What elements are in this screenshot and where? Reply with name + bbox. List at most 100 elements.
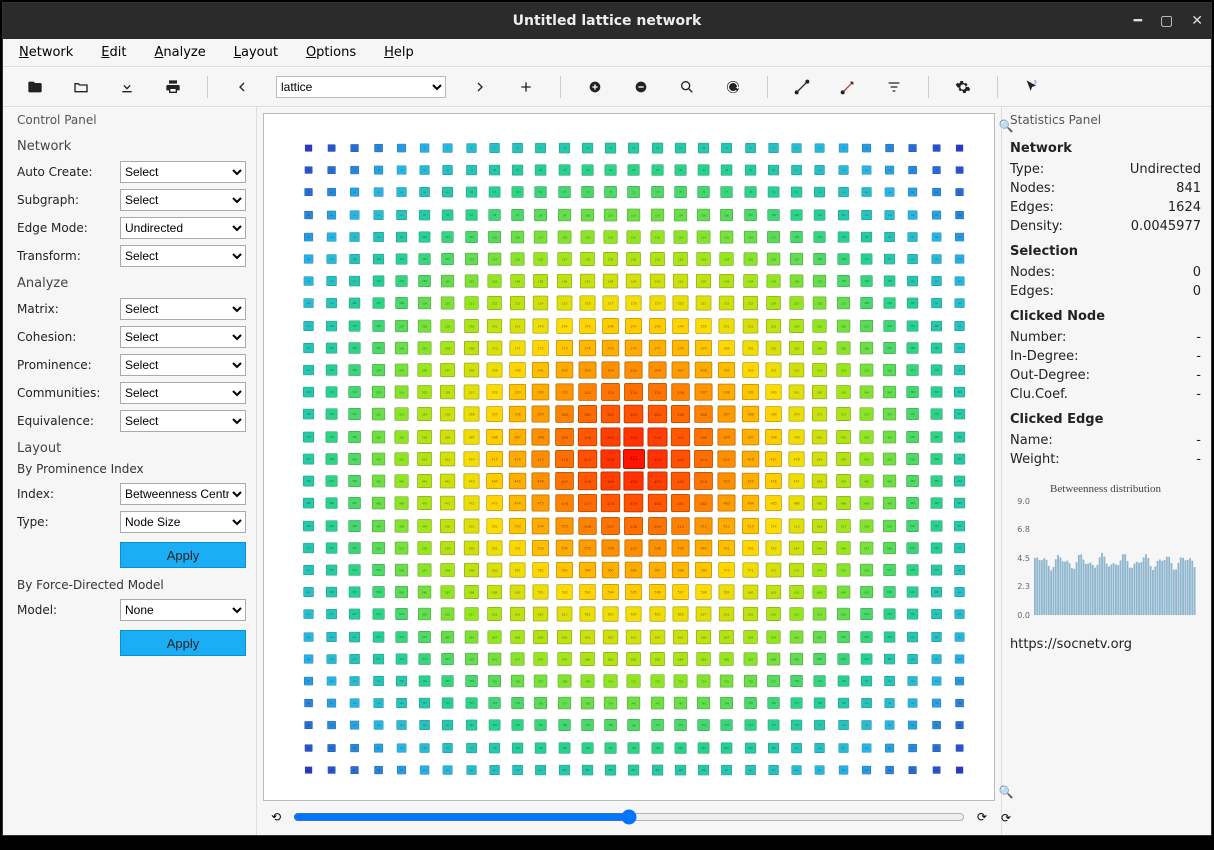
lattice-node[interactable]: 482 [694,494,713,512]
lattice-node[interactable]: 334 [624,383,643,401]
print-icon[interactable] [161,75,185,99]
lattice-node[interactable]: 40 [535,165,547,176]
lattice-node[interactable]: 195 [766,275,780,289]
lattice-node[interactable]: 604 [836,586,850,599]
lattice-node[interactable]: 365 [671,405,690,423]
lattice-node[interactable]: 53 [838,165,848,175]
lattice-node[interactable]: 681 [603,652,618,666]
lattice-node[interactable]: 369 [765,407,782,423]
lattice-node[interactable]: 327 [463,385,479,400]
lattice-node[interactable]: 513 [742,517,759,533]
lattice-node[interactable]: 381 [372,430,386,443]
lattice-node[interactable]: 572 [766,563,782,578]
lattice-node[interactable]: 588 [464,585,479,599]
lattice-node[interactable]: 260 [931,320,942,331]
lattice-node[interactable]: 353 [395,408,409,421]
lattice-node[interactable]: 89 [327,210,336,219]
lattice-node[interactable]: 141 [861,232,872,243]
lattice-node[interactable]: 570 [719,562,736,578]
lattice-node[interactable]: 191 [673,274,688,289]
lattice-node[interactable]: 167 [790,253,803,266]
lattice-node[interactable]: 554 [349,564,361,576]
lattice-node[interactable]: 396 [718,428,736,445]
lattice-node[interactable]: 92 [396,210,407,220]
lattice-node[interactable]: 108 [767,209,780,221]
lattice-node[interactable]: 166 [767,253,781,266]
help-pointer-icon[interactable]: ? [1020,75,1044,99]
lattice-node[interactable]: 486 [789,496,805,511]
lattice-node[interactable]: 172 [907,254,918,264]
lattice-node[interactable]: 661 [813,630,826,643]
lattice-node[interactable]: 270 [487,340,503,355]
add-edge-icon[interactable] [790,75,814,99]
lattice-node[interactable]: 272 [533,340,550,356]
lattice-node[interactable]: 552 [303,565,314,575]
lattice-node[interactable]: 840 [932,766,940,774]
lattice-node[interactable]: 691 [837,653,849,665]
lattice-node[interactable]: 180 [418,275,431,287]
lattice-node[interactable]: 602 [789,585,804,599]
lattice-node[interactable]: 242 [510,318,526,333]
lattice-node[interactable]: 735 [511,697,524,709]
lattice-node[interactable]: 536 [602,539,620,556]
menu-edit[interactable]: Edit [101,45,126,60]
lattice-node[interactable]: 104 [674,208,687,221]
lattice-node[interactable]: 416 [509,451,527,468]
lattice-node[interactable]: 707 [534,675,548,688]
lattice-node[interactable]: 177 [349,276,360,287]
lattice-node[interactable]: 388 [532,428,550,445]
lattice-node[interactable]: 655 [673,629,688,644]
lattice-node[interactable]: 816 [374,766,383,774]
lattice-node[interactable]: 209 [418,297,431,310]
lattice-node[interactable]: 739 [604,697,618,710]
lattice-node[interactable]: 635 [884,609,896,621]
lattice-node[interactable]: 742 [674,697,687,710]
close-icon[interactable]: ✕ [1191,13,1203,29]
lattice-node[interactable]: 213 [510,296,525,310]
lattice-node[interactable]: 215 [556,296,572,311]
lattice-node[interactable]: 442 [440,474,456,489]
lattice-node[interactable]: 296 [418,363,432,377]
lattice-node[interactable]: 234 [326,320,337,331]
lattice-node[interactable]: 630 [766,607,781,621]
lattice-node[interactable]: 119 [350,232,360,242]
lattice-node[interactable]: 335 [648,383,667,401]
lattice-node[interactable]: 713 [673,674,687,687]
lattice-node[interactable]: 439 [372,475,386,488]
lattice-node[interactable]: 279 [695,340,712,356]
lattice-node[interactable]: 506 [578,517,597,535]
lattice-node[interactable]: 565 [602,562,620,579]
lattice-node[interactable]: 333 [601,383,620,401]
lattice-node[interactable]: 352 [372,408,385,421]
lattice-node[interactable]: 123 [442,231,454,243]
lattice-node[interactable]: 738 [581,697,594,710]
lattice-node[interactable]: 321 [326,387,338,398]
lattice-node[interactable]: 652 [603,629,619,644]
lattice-node[interactable]: 544 [789,540,805,555]
lattice-node[interactable]: 547 [860,541,874,554]
lattice-node[interactable]: 487 [812,496,827,511]
lattice-node[interactable]: 21 [768,143,779,153]
lattice-node[interactable]: 54 [862,166,872,175]
lattice-node[interactable]: 624 [626,607,642,623]
lattice-node[interactable]: 669 [327,654,337,664]
lattice-node[interactable]: 457 [789,473,805,489]
lattice-node[interactable]: 140 [837,231,849,242]
lattice-node[interactable]: 395 [694,428,713,446]
lattice-node[interactable]: 798 [628,742,640,754]
lattice-node[interactable]: 287 [883,342,896,354]
lattice-node[interactable]: 376 [930,409,942,420]
lattice-node[interactable]: 771 [674,719,687,731]
lattice-node[interactable]: 824 [559,765,570,776]
lattice-node[interactable]: 239 [441,319,455,333]
lattice-node[interactable]: 686 [720,652,734,666]
lattice-node[interactable]: 75 [674,186,687,198]
lattice-node[interactable]: 131 [627,230,641,244]
lattice-node[interactable]: 603 [813,585,827,599]
lattice-node[interactable]: 280 [719,340,736,356]
lattice-node[interactable]: 437 [326,475,338,487]
lattice-node[interactable]: 492 [930,498,942,509]
lattice-node[interactable]: 542 [742,540,759,556]
lattice-node[interactable]: 741 [650,697,664,710]
lattice-node[interactable]: 3 [351,144,359,152]
